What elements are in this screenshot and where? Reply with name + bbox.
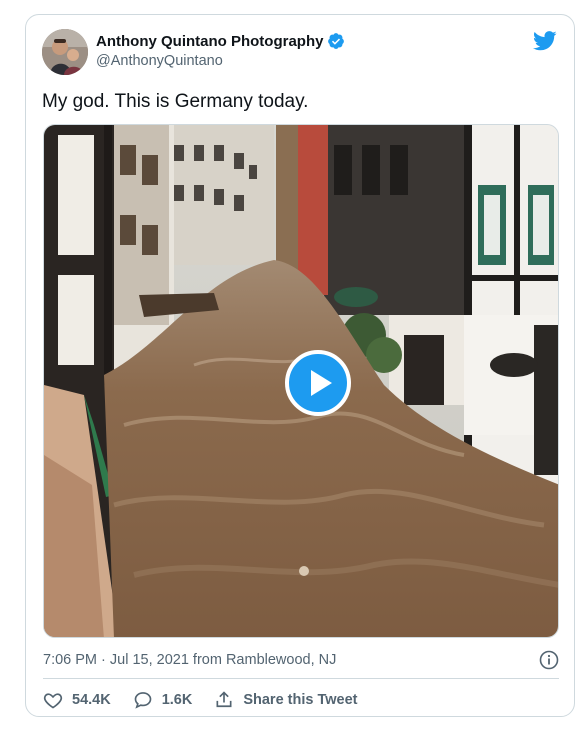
heart-icon (43, 693, 63, 709)
info-icon[interactable] (539, 650, 559, 670)
reply-count: 1.6K (161, 692, 193, 708)
like-button[interactable]: 54.4K (43, 690, 111, 710)
reply-button[interactable]: 1.6K (133, 690, 193, 710)
tweet-timestamp[interactable]: 7:06 PM · Jul 15, 2021 from Ramblewood, … (43, 652, 336, 668)
tweet-card: Anthony Quintano Photography @AnthonyQui… (25, 14, 575, 717)
share-label: Share this Tweet (243, 692, 358, 708)
play-icon[interactable] (285, 350, 351, 416)
tweet-meta: 7:06 PM · Jul 15, 2021 from Ramblewood, … (43, 649, 559, 671)
author-name[interactable]: Anthony Quintano Photography (96, 33, 323, 50)
share-button[interactable]: Share this Tweet (214, 690, 358, 710)
like-count: 54.4K (72, 692, 111, 708)
verified-badge-icon (328, 33, 345, 49)
tweet-actions: 54.4K 1.6K Share this Tweet (43, 689, 380, 711)
video-thumbnail[interactable] (43, 124, 559, 638)
reply-bubble-icon (134, 692, 152, 709)
author-handle[interactable]: @AnthonyQuintano (96, 53, 345, 69)
author-block: Anthony Quintano Photography @AnthonyQui… (96, 32, 345, 69)
tweet-text: My god. This is Germany today. (42, 91, 309, 112)
twitter-bird-icon[interactable] (533, 31, 557, 51)
share-upload-icon (216, 691, 232, 708)
author-avatar[interactable] (42, 29, 88, 75)
divider (43, 678, 559, 679)
